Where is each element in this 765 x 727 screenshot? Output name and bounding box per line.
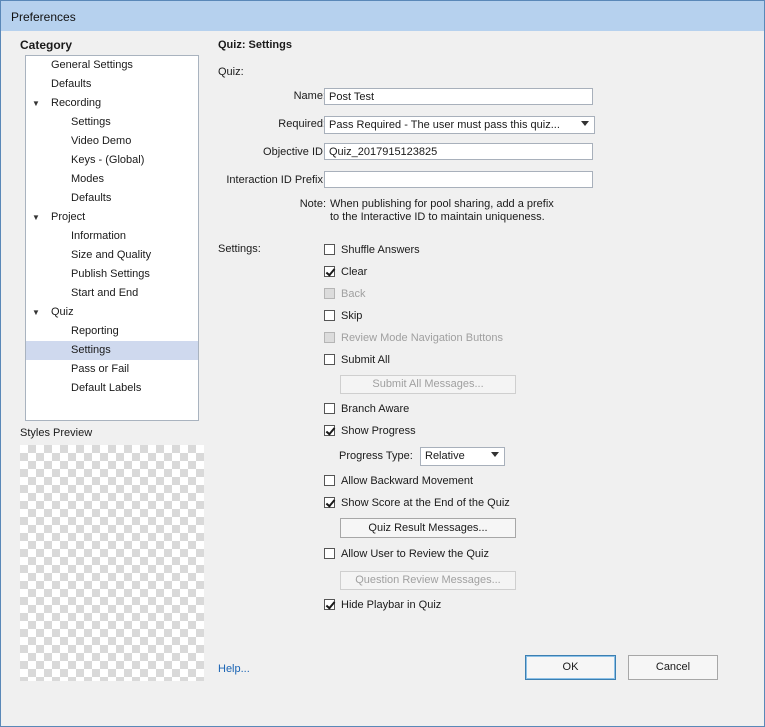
progress-type-value: Relative: [425, 450, 465, 462]
title-bar[interactable]: Preferences: [1, 1, 764, 31]
checkbox-label: Skip: [341, 310, 363, 322]
tree-item-label: Defaults: [51, 78, 92, 90]
category-tree[interactable]: General Settings Defaults ▼ Recording Settin…: [25, 55, 199, 421]
styles-preview-label: Styles Preview: [20, 427, 93, 439]
settings-section-label: Settings:: [218, 243, 261, 255]
checkbox-label: Branch Aware: [341, 403, 410, 415]
interaction-id-prefix-input[interactable]: [324, 171, 593, 188]
checkbox[interactable]: [324, 548, 335, 559]
checkbox[interactable]: [324, 475, 335, 486]
checkbox[interactable]: [324, 310, 335, 321]
checkbox-label: Hide Playbar in Quiz: [341, 599, 442, 611]
tree-item[interactable]: Size and Quality: [26, 246, 198, 265]
checkbox: [324, 288, 335, 299]
tree-item[interactable]: Reporting: [26, 322, 198, 341]
tree-item-label: Publish Settings: [71, 268, 150, 280]
ok-button[interactable]: OK: [525, 655, 616, 680]
preferences-window: Preferences Category General Settings Def…: [0, 0, 765, 727]
checkbox-label: Allow User to Review the Quiz: [341, 548, 489, 560]
tree-item[interactable]: Video Demo: [26, 132, 198, 151]
note-text-line1: When publishing for pool sharing, add a …: [330, 198, 554, 210]
tree-item[interactable]: ▼ Project: [26, 208, 198, 227]
checkbox-label: Shuffle Answers: [341, 244, 420, 256]
expand-arrow-icon[interactable]: ▼: [32, 208, 40, 227]
window-title: Preferences: [11, 10, 76, 24]
progress-type-select[interactable]: Relative: [420, 447, 505, 466]
interaction-id-prefix-label: Interaction ID Prefix:: [226, 174, 326, 186]
required-label: Required:: [278, 118, 326, 130]
required-select[interactable]: Pass Required - The user must pass this …: [324, 116, 595, 134]
name-label: Name:: [293, 90, 326, 102]
tree-item[interactable]: Defaults: [26, 75, 198, 94]
tree-item-label: Quiz: [51, 306, 74, 318]
tree-item[interactable]: General Settings: [26, 56, 198, 75]
checkbox-checked[interactable]: [324, 599, 335, 610]
tree-item-label: Video Demo: [71, 135, 132, 147]
note-label: Note:: [299, 198, 326, 210]
chevron-down-icon: [581, 121, 589, 126]
tree-item-label: Keys - (Global): [71, 154, 145, 166]
tree-item-label: Start and End: [71, 287, 139, 299]
tree-item[interactable]: Information: [26, 227, 198, 246]
category-heading: Category: [20, 38, 73, 52]
checkbox[interactable]: [324, 244, 335, 255]
checkbox-label: Submit All: [341, 354, 390, 366]
tree-item-label: General Settings: [51, 59, 133, 71]
tree-item[interactable]: ▼ Quiz: [26, 303, 198, 322]
help-link[interactable]: Help...: [218, 663, 250, 675]
checkbox-label: Show Progress: [341, 425, 416, 437]
submit-all-messages-button[interactable]: Submit All Messages...: [340, 375, 516, 394]
tree-item[interactable]: Settings: [26, 341, 198, 360]
tree-item-label: Settings: [71, 116, 111, 128]
tree-item[interactable]: Publish Settings: [26, 265, 198, 284]
tree-item-label: Reporting: [71, 325, 119, 337]
tree-item[interactable]: Keys - (Global): [26, 151, 198, 170]
quiz-result-messages-button[interactable]: Quiz Result Messages...: [340, 518, 516, 538]
objective-id-input[interactable]: Quiz_2017915123825: [324, 143, 593, 160]
checkbox-checked[interactable]: [324, 266, 335, 277]
tree-item-label: Defaults: [71, 192, 112, 204]
progress-type-label: Progress Type:: [339, 450, 413, 462]
tree-item-label: Project: [51, 211, 86, 223]
tree-item[interactable]: Default Labels: [26, 379, 198, 398]
checkbox-label: Back: [341, 288, 366, 300]
expand-arrow-icon[interactable]: ▼: [32, 303, 40, 322]
tree-item[interactable]: Pass or Fail: [26, 360, 198, 379]
tree-item[interactable]: Defaults: [26, 189, 198, 208]
tree-item-label: Information: [71, 230, 127, 242]
quiz-section-label: Quiz:: [218, 66, 244, 78]
chevron-down-icon: [491, 452, 499, 457]
cancel-button[interactable]: Cancel: [628, 655, 718, 680]
tree-item-label: Recording: [51, 97, 102, 109]
dialog-content: Category General Settings Defaults ▼ Record…: [7, 31, 758, 720]
checkbox[interactable]: [324, 403, 335, 414]
tree-item-label: Default Labels: [71, 382, 142, 394]
tree-item-label: Settings: [71, 344, 111, 356]
checkbox-label: Review Mode Navigation Buttons: [341, 332, 504, 344]
checkbox[interactable]: [324, 354, 335, 365]
checkbox-label: Clear: [341, 266, 368, 278]
tree-item[interactable]: Start and End: [26, 284, 198, 303]
name-input[interactable]: Post Test: [324, 88, 593, 105]
required-select-value: Pass Required - The user must pass this …: [329, 119, 560, 131]
note-text-line2: to the Interactive ID to maintain unique…: [330, 211, 545, 223]
panel-title: Quiz: Settings: [218, 39, 292, 51]
checkbox-checked[interactable]: [324, 497, 335, 508]
tree-item[interactable]: Settings: [26, 113, 198, 132]
tree-item[interactable]: ▼ Recording: [26, 94, 198, 113]
checkbox-checked[interactable]: [324, 425, 335, 436]
question-review-messages-button[interactable]: Question Review Messages...: [340, 571, 516, 590]
expand-arrow-icon[interactable]: ▼: [32, 94, 40, 113]
tree-item-label: Modes: [71, 173, 105, 185]
tree-item[interactable]: Modes: [26, 170, 198, 189]
objective-id-label: Objective ID:: [263, 146, 326, 158]
checkbox-label: Show Score at the End of the Quiz: [341, 497, 510, 509]
styles-preview: [20, 445, 204, 681]
checkbox: [324, 332, 335, 343]
tree-item-label: Size and Quality: [71, 249, 152, 261]
checkbox-label: Allow Backward Movement: [341, 475, 474, 487]
tree-item-label: Pass or Fail: [71, 363, 130, 375]
